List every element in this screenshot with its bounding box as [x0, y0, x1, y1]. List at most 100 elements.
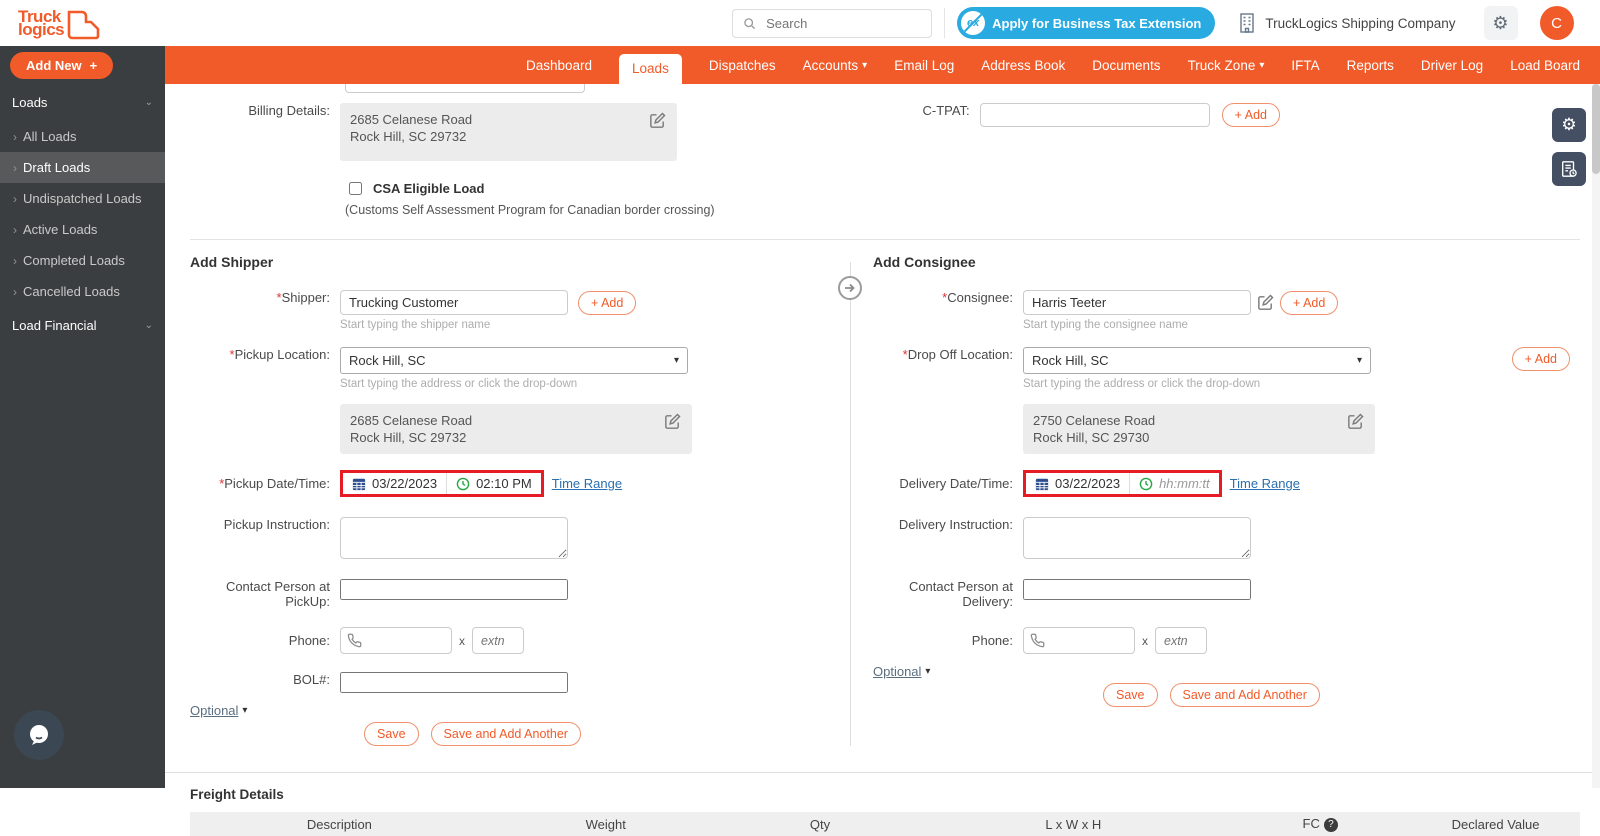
tax-extension-button[interactable]: ex Apply for Business Tax Extension	[957, 7, 1216, 39]
sidebar-item-draft-loads[interactable]: › Draft Loads	[0, 152, 165, 183]
pickup-date-field[interactable]: 03/22/2023	[343, 473, 447, 494]
sidebar-item-active-loads[interactable]: › Active Loads	[0, 214, 165, 245]
pickup-phone-field[interactable]	[340, 627, 452, 654]
pickup-time-field[interactable]: 02:10 PM	[446, 473, 541, 494]
bol-input[interactable]	[340, 672, 568, 693]
chevron-right-icon: ›	[13, 129, 17, 144]
delivery-date-field[interactable]: 03/22/2023	[1026, 473, 1130, 494]
sidebar-item-undispatched-loads[interactable]: › Undispatched Loads	[0, 183, 165, 214]
consignee-save-button[interactable]: Save	[1103, 683, 1158, 707]
document-clock-icon	[1560, 160, 1578, 178]
edit-icon[interactable]	[648, 111, 667, 130]
nav-item-ifta[interactable]: IFTA	[1291, 58, 1319, 73]
pickup-datetime-highlight: 03/22/2023 02:10 PM	[340, 470, 544, 497]
pickup-location-helper: Start typing the address or click the dr…	[340, 378, 578, 390]
help-icon[interactable]: ?	[1323, 817, 1338, 832]
forms-divider	[838, 262, 862, 746]
trucklogics-logo: Truck logics	[18, 6, 102, 40]
delivery-time-placeholder: hh:mm:tt	[1159, 476, 1210, 491]
pickup-contact-input[interactable]	[340, 579, 568, 600]
col-weight: Weight	[585, 816, 626, 832]
nav-item-loads[interactable]: Loads	[619, 54, 682, 84]
plus-icon: +	[89, 57, 98, 73]
gear-badge-icon: ⚙	[1561, 115, 1577, 134]
nav-item-load-board[interactable]: Load Board	[1510, 58, 1580, 73]
chevron-right-icon: ›	[13, 191, 17, 206]
nav-item-driver-log[interactable]: Driver Log	[1421, 58, 1483, 73]
avatar[interactable]: C	[1539, 6, 1574, 40]
edit-icon[interactable]	[1256, 293, 1275, 312]
scrollbar-thumb[interactable]	[1592, 84, 1600, 174]
sidebar: Add New + Loads ⌄ › All Loads › Draft Load…	[0, 46, 165, 788]
ctpat-input[interactable]	[979, 103, 1210, 127]
consignee-input[interactable]	[1023, 290, 1251, 315]
shipper-input[interactable]	[340, 290, 568, 315]
edit-icon[interactable]	[663, 412, 682, 431]
shipper-optional-toggle[interactable]: Optional ▾	[190, 703, 247, 718]
delivery-time-field[interactable]: hh:mm:tt	[1129, 473, 1219, 494]
add-new-button[interactable]: Add New +	[10, 51, 114, 79]
delivery-time-range-link[interactable]: Time Range	[1230, 476, 1300, 491]
billing-address-line2: Rock Hill, SC 29732	[350, 129, 467, 144]
delivery-extn-input[interactable]	[1155, 627, 1207, 654]
shipper-save-add-button[interactable]: Save and Add Another	[430, 722, 581, 746]
pickup-time-range-link[interactable]: Time Range	[552, 476, 622, 491]
search-box[interactable]	[732, 8, 933, 38]
extension-separator: x	[459, 633, 465, 648]
quick-settings-button[interactable]: ⚙	[1552, 108, 1586, 142]
shipper-add-button[interactable]: + Add	[578, 290, 637, 315]
pickup-location-select[interactable]: Rock Hill, SC ▾	[340, 347, 688, 374]
pickup-phone-input[interactable]	[362, 632, 438, 649]
chat-bubble-icon	[26, 722, 52, 748]
top-header: Truck logics ex Apply for Business Tax E…	[0, 0, 1600, 46]
nav-item-email-log[interactable]: Email Log	[894, 58, 954, 73]
express-extension-icon: ex	[961, 11, 986, 35]
pickup-address-line1: 2685 Celanese Road	[350, 413, 473, 428]
clipped-input-fragment[interactable]	[345, 84, 585, 93]
nav-item-truck-zone[interactable]: Truck Zone ▾	[1188, 58, 1265, 73]
search-input[interactable]	[764, 14, 915, 32]
delivery-date-value: 03/22/2023	[1055, 476, 1121, 491]
consignee-add-button[interactable]: + Add	[1280, 290, 1339, 315]
dropoff-add-button[interactable]: + Add	[1511, 347, 1570, 371]
nav-item-dashboard[interactable]: Dashboard	[526, 58, 592, 73]
add-shipper-title: Add Shipper	[190, 254, 274, 270]
consignee-save-add-button[interactable]: Save and Add Another	[1169, 683, 1320, 707]
clock-icon	[456, 477, 470, 491]
add-shipper-section: Add Shipper *Shipper: + Add Start typing…	[190, 254, 850, 746]
pickup-contact-label: Contact Person at PickUp:	[225, 579, 330, 609]
dropoff-location-select[interactable]: Rock Hill, SC ▾	[1023, 347, 1371, 374]
nav-item-address-book[interactable]: Address Book	[981, 58, 1065, 73]
gear-icon: ⚙	[1492, 12, 1509, 33]
billing-address-box: 2685 Celanese Road Rock Hill, SC 29732	[340, 103, 677, 161]
pickup-instruction-textarea[interactable]	[340, 517, 568, 559]
sidebar-section-loads[interactable]: Loads ⌄	[0, 84, 165, 121]
nav-item-documents[interactable]: Documents	[1092, 58, 1160, 73]
sidebar-section-load-financial[interactable]: Load Financial ⌄	[0, 307, 165, 344]
freight-divider	[165, 772, 1600, 773]
chat-button[interactable]	[14, 710, 64, 760]
sidebar-item-completed-loads[interactable]: › Completed Loads	[0, 245, 165, 276]
csa-checkbox[interactable]	[349, 182, 362, 195]
nav-item-dispatches[interactable]: Dispatches	[709, 58, 776, 73]
document-history-button[interactable]	[1552, 152, 1586, 186]
dropoff-address-line2: Rock Hill, SC 29730	[1033, 430, 1150, 445]
sidebar-item-cancelled-loads[interactable]: › Cancelled Loads	[0, 276, 165, 307]
delivery-contact-input[interactable]	[1023, 579, 1251, 600]
delivery-instruction-textarea[interactable]	[1023, 517, 1251, 559]
scrollbar-track[interactable]	[1592, 84, 1600, 788]
sidebar-item-all-loads[interactable]: › All Loads	[0, 121, 165, 152]
nav-item-reports[interactable]: Reports	[1347, 58, 1394, 73]
ctpat-add-button[interactable]: + Add	[1221, 103, 1280, 127]
consignee-optional-toggle[interactable]: Optional ▾	[873, 664, 930, 679]
delivery-phone-field[interactable]	[1023, 627, 1135, 654]
phone-icon	[347, 633, 362, 648]
pickup-extn-input[interactable]	[472, 627, 524, 654]
delivery-phone-input[interactable]	[1045, 632, 1121, 649]
edit-icon[interactable]	[1346, 412, 1365, 431]
settings-button[interactable]: ⚙	[1483, 6, 1518, 40]
shipper-save-button[interactable]: Save	[364, 722, 419, 746]
company-selector[interactable]: TruckLogics Shipping Company	[1237, 12, 1456, 34]
col-lwh: L x W x H	[1045, 816, 1102, 832]
nav-item-accounts[interactable]: Accounts ▾	[803, 58, 868, 73]
